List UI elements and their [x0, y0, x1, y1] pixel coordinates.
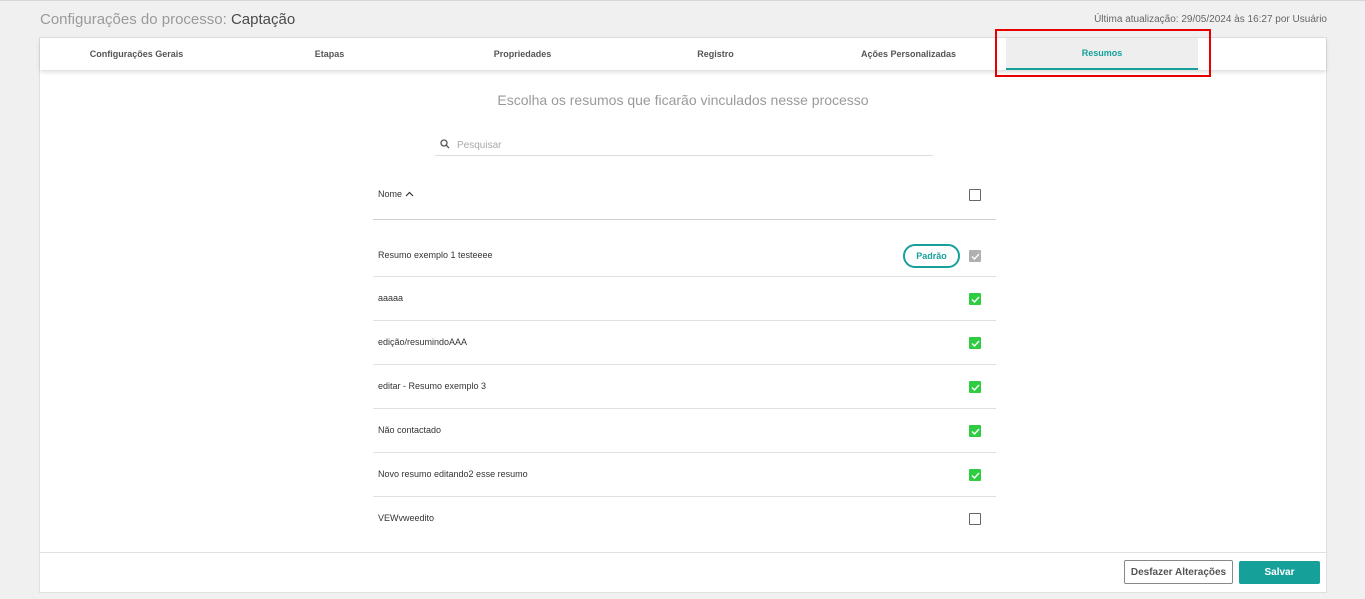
row-checkbox[interactable] [969, 381, 981, 393]
list-item-label: VEWvweedito [378, 513, 435, 523]
select-all-checkbox[interactable] [969, 189, 981, 201]
save-button[interactable]: Salvar [1239, 561, 1320, 584]
row-checkbox[interactable] [969, 337, 981, 349]
list-item: VEWvweedito [373, 497, 996, 541]
row-checkbox[interactable] [969, 293, 981, 305]
row-checkbox[interactable] [969, 469, 981, 481]
check-icon [971, 296, 980, 303]
tab-registro[interactable]: Registro [619, 38, 812, 70]
list-item-label: edição/resumindoAAA [378, 337, 468, 347]
list-item-label: Resumo exemplo 1 testeeee [378, 250, 493, 260]
tab-acoes-personalizadas[interactable]: Ações Personalizadas [812, 38, 1005, 70]
page-title-process-name: Captação [230, 11, 296, 28]
search-bar [435, 136, 933, 156]
list-item: Novo resumo editando2 esse resumo [373, 453, 996, 497]
page-title-prefix: Configurações do processo: [40, 11, 227, 28]
check-icon [971, 340, 980, 347]
check-icon [971, 472, 980, 479]
tab-configuracoes-gerais[interactable]: Configurações Gerais [40, 38, 233, 70]
last-update-info: Última atualização: 29/05/2024 às 16:27 … [1094, 14, 1327, 25]
list-item-label: editar - Resumo exemplo 3 [378, 381, 487, 391]
section-subtitle: Escolha os resumos que ficarão vinculado… [497, 92, 869, 108]
check-icon [971, 253, 980, 260]
check-icon [971, 384, 980, 391]
list-item-label: Novo resumo editando2 esse resumo [378, 469, 528, 479]
list-item: Resumo exemplo 1 testeeee Padrão [373, 220, 996, 277]
page-title: Configurações do processo: Captação [40, 11, 295, 28]
list-item: editar - Resumo exemplo 3 [373, 365, 996, 409]
page-header: Configurações do processo: Captação Últi… [40, 11, 1327, 31]
row-checkbox[interactable] [969, 513, 981, 525]
tab-etapas[interactable]: Etapas [233, 38, 426, 70]
list-item: Não contactado [373, 409, 996, 453]
check-icon [971, 428, 980, 435]
search-input[interactable] [457, 136, 927, 154]
sort-by-name-header[interactable]: Nome [378, 189, 414, 199]
highlight-annotation [995, 29, 1211, 77]
action-footer: Desfazer Alterações Salvar [40, 552, 1326, 592]
row-checkbox[interactable] [969, 425, 981, 437]
tab-propriedades[interactable]: Propriedades [426, 38, 619, 70]
column-name-label: Nome [378, 189, 403, 199]
row-checkbox[interactable] [969, 250, 981, 262]
settings-card: Configurações Gerais Etapas Propriedades… [39, 37, 1327, 593]
summary-list: Nome Resumo exemplo 1 testeeee Padrão aa… [373, 172, 996, 541]
list-item-label: Não contactado [378, 425, 442, 435]
list-header: Nome [373, 172, 996, 220]
default-badge: Padrão [903, 244, 960, 268]
list-item: aaaaa [373, 277, 996, 321]
undo-changes-button[interactable]: Desfazer Alterações [1124, 560, 1233, 584]
list-item-label: aaaaa [378, 293, 404, 303]
list-item: edição/resumindoAAA [373, 321, 996, 365]
search-icon [440, 139, 450, 149]
chevron-up-icon [405, 191, 414, 197]
